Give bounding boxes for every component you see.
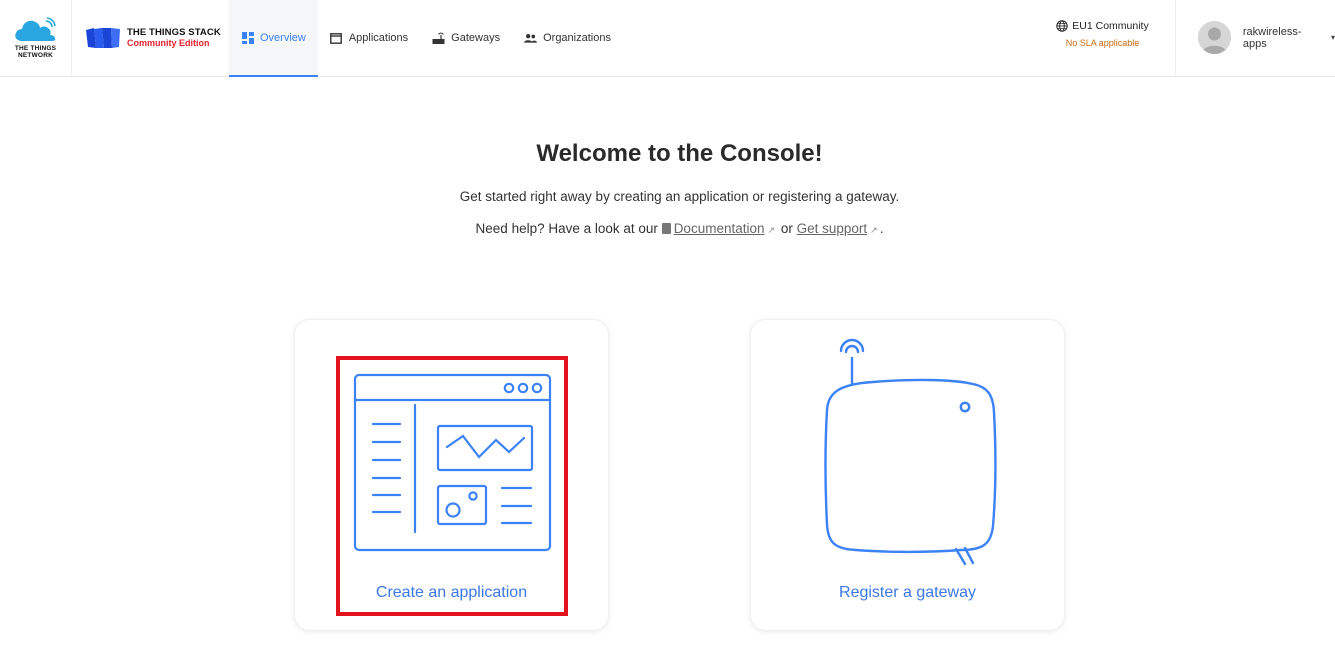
ttn-logo-line2: NETWORK xyxy=(18,52,53,59)
nav-overview-label: Overview xyxy=(260,32,306,44)
avatar xyxy=(1198,21,1231,54)
register-gateway-label: Register a gateway xyxy=(839,584,976,601)
main-nav: Overview Applications Gateways Organizat… xyxy=(229,0,623,77)
ttn-logo-line1: THE THINGS xyxy=(14,45,57,52)
cloud-logo-icon xyxy=(14,17,56,41)
chevron-down-icon[interactable]: ▾ xyxy=(1331,33,1335,42)
help-prefix: Need help? Have a look at our xyxy=(475,221,658,236)
help-suffix: . xyxy=(879,221,884,236)
register-gateway-card[interactable]: Register a gateway xyxy=(750,319,1065,631)
cluster-selector[interactable]: EU1 Community No SLA applicable xyxy=(1030,20,1175,48)
help-or: or xyxy=(780,221,793,236)
tts-edition: Community Edition xyxy=(127,38,210,48)
ttn-logo-text: THE THINGS NETWORK xyxy=(15,45,56,59)
nav-organizations[interactable]: Organizations xyxy=(512,0,623,76)
globe-icon xyxy=(1056,20,1068,32)
nav-gateways-label: Gateways xyxy=(451,32,501,44)
create-application-card[interactable]: Create an application xyxy=(294,319,609,631)
tts-title: THE THINGS STACK xyxy=(127,27,221,38)
nav-gateways[interactable]: Gateways xyxy=(420,0,512,76)
documentation-link[interactable]: Documentation xyxy=(674,221,765,236)
cluster-name: EU1 Community xyxy=(1072,20,1149,32)
header-divider xyxy=(1175,0,1176,76)
nav-overview[interactable]: Overview xyxy=(229,0,318,77)
help-line: Need help? Have a look at our Documentat… xyxy=(0,221,1335,236)
top-header: THE THINGS NETWORK THE THINGS STACK Comm… xyxy=(0,0,1335,77)
external-link-icon: ↗ xyxy=(767,225,776,235)
user-avatar-icon xyxy=(1198,21,1231,54)
tts-logo[interactable]: THE THINGS STACK Community Edition xyxy=(85,24,221,52)
gateway-illustration-icon xyxy=(824,338,997,566)
cluster-name-row: EU1 Community xyxy=(1030,20,1175,32)
sla-notice: No SLA applicable xyxy=(1065,38,1140,48)
tts-logo-text: THE THINGS STACK Community Edition xyxy=(127,27,221,49)
nav-applications-label: Applications xyxy=(348,32,409,44)
support-link[interactable]: Get support xyxy=(797,221,868,236)
nav-applications[interactable]: Applications xyxy=(318,0,420,76)
window-icon xyxy=(330,32,343,45)
router-icon xyxy=(432,32,445,45)
book-icon xyxy=(661,223,671,234)
nav-organizations-label: Organizations xyxy=(543,32,611,44)
dashboard-icon xyxy=(241,32,254,45)
page-subtitle: Get started right away by creating an ap… xyxy=(459,189,900,204)
application-illustration-icon xyxy=(353,373,552,552)
group-icon xyxy=(524,32,538,45)
page-title: Welcome to the Console! xyxy=(536,140,823,167)
user-menu[interactable]: rakwireless-apps ▾ xyxy=(1198,21,1335,54)
ttn-logo[interactable]: THE THINGS NETWORK xyxy=(0,0,72,76)
tts-blocks-icon xyxy=(86,28,120,48)
create-application-label: Create an application xyxy=(375,584,528,601)
external-link-icon: ↗ xyxy=(870,225,878,235)
username: rakwireless-apps xyxy=(1242,25,1302,50)
